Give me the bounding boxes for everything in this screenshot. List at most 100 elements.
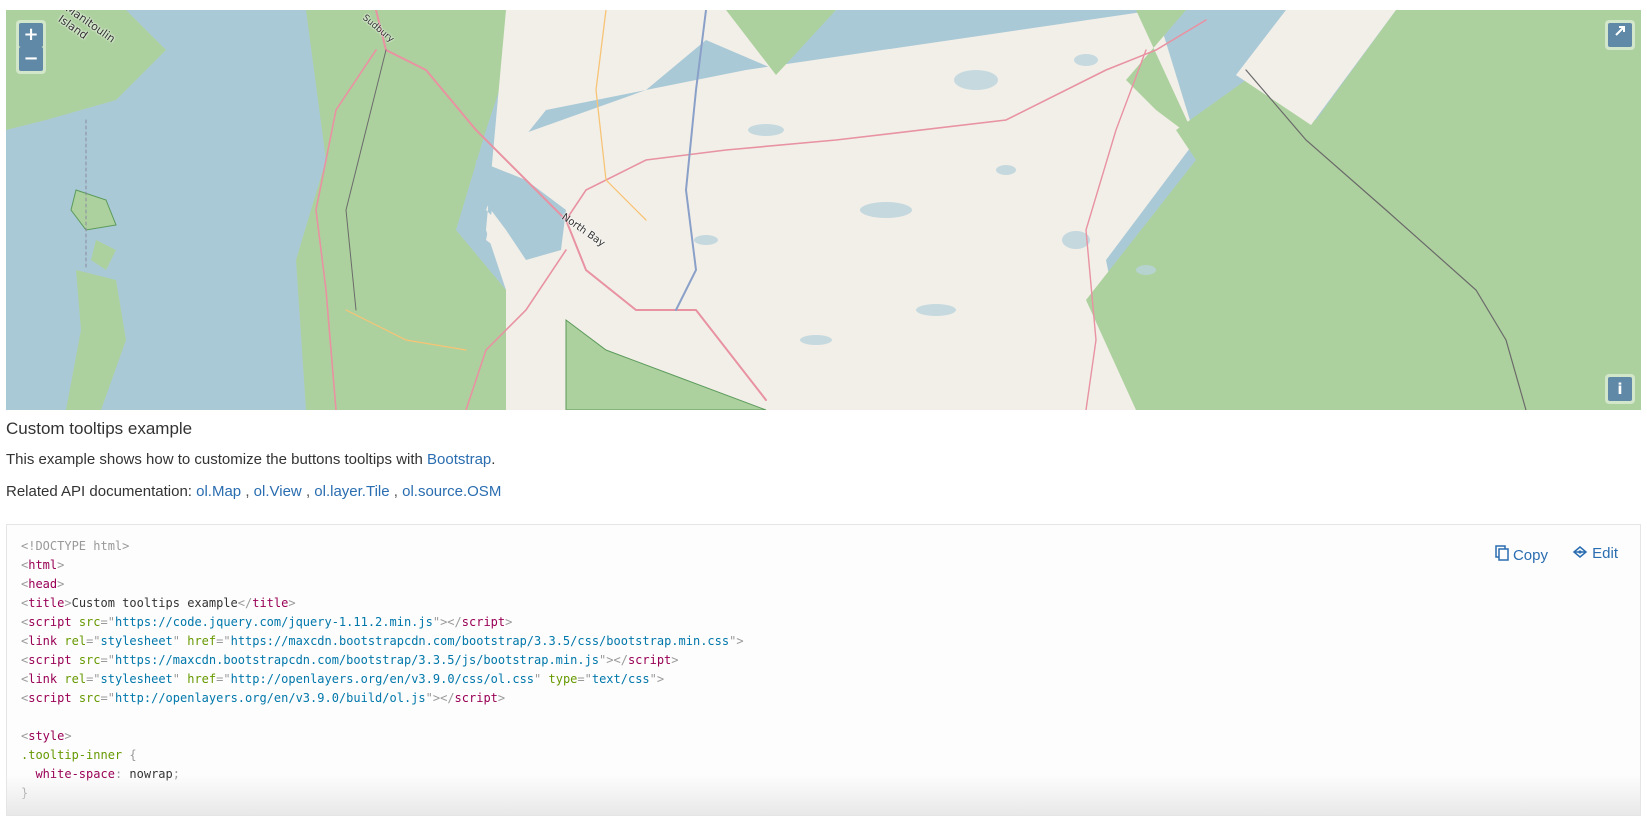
source-code-panel: <!DOCTYPE html> <html> <head> <title>Custom… <box>6 524 1641 816</box>
code-token-tag: script <box>627 653 672 667</box>
zoom-in-button[interactable]: + <box>19 23 43 47</box>
code-token-attr: src <box>78 653 101 667</box>
api-separator: , <box>393 483 398 500</box>
code-token-val: stylesheet <box>100 672 173 686</box>
code-token-punc: > <box>497 691 506 705</box>
edit-label: Edit <box>1592 545 1618 562</box>
code-token-punc: > <box>505 615 513 629</box>
code-line: .tooltip-inner { <box>21 746 744 765</box>
code-token-punc: =" <box>100 653 115 667</box>
attribution-control: i <box>1605 374 1635 404</box>
copy-label: Copy <box>1512 546 1548 564</box>
related-label: Related API documentation: <box>6 483 197 500</box>
code-token-attr: rel <box>64 672 87 686</box>
codepen-icon <box>1572 545 1588 562</box>
code-line: <title>Custom tooltips example</title> <box>21 594 744 613</box>
code-line: <link rel="stylesheet" href="https://max… <box>21 632 744 651</box>
code-token-punc: > <box>288 596 296 610</box>
api-separator: , <box>305 483 311 500</box>
code-token-punc: > <box>671 653 679 667</box>
code-token-val: text/css <box>591 672 650 686</box>
code-line: <style> <box>21 727 744 746</box>
code-line: <html> <box>21 556 744 575</box>
rotate-button[interactable] <box>1608 23 1632 47</box>
example-description: This example shows how to customize the … <box>6 451 495 468</box>
code-token-punc: =" <box>100 615 115 629</box>
code-token-punc: > <box>57 558 65 572</box>
edit-button[interactable]: Edit <box>1572 545 1618 562</box>
code-token-attr: src <box>78 691 101 705</box>
code-token-punc: > <box>57 577 65 591</box>
code-token-val: https://code.jquery.com/jquery-1.11.2.mi… <box>114 615 433 629</box>
bootstrap-link[interactable]: Bootstrap <box>427 451 491 468</box>
code-token-sel: .tooltip-inner <box>21 748 123 762</box>
code-token-punc: "></ <box>432 615 462 629</box>
map-tiles[interactable] <box>6 10 1641 410</box>
zoom-out-button[interactable]: − <box>19 47 43 71</box>
code-token-val: http://openlayers.org/en/v3.9.0/build/ol… <box>114 691 426 705</box>
map-viewport[interactable]: Manitoulin Island North Bay Sudbury + − … <box>6 10 1641 410</box>
clipboard-icon <box>1495 545 1509 565</box>
attribution-button[interactable]: i <box>1608 377 1632 401</box>
code-token-attr: href <box>187 634 217 648</box>
code-token-tag: script <box>454 691 498 705</box>
code-line: <script src="http://openlayers.org/en/v3… <box>21 689 744 708</box>
code-token-tag: title <box>28 596 65 610</box>
code-token-val: stylesheet <box>100 634 173 648</box>
code-token-tag: head <box>28 577 58 591</box>
code-token-tag: title <box>252 596 289 610</box>
code-token-tag: html <box>28 558 58 572</box>
code-line: <!DOCTYPE html> <box>21 537 744 556</box>
code-token-punc: =" <box>86 672 101 686</box>
code-token-punc: =" <box>577 672 592 686</box>
description-text: This example shows how to customize the … <box>6 451 428 468</box>
api-link-ol-view[interactable]: ol.View <box>254 483 302 500</box>
code-token-punc: { <box>129 748 137 762</box>
code-token-punc: > <box>64 729 72 743</box>
rotate-arrow-icon <box>1613 26 1627 42</box>
code-token-punc: </ <box>237 596 253 610</box>
api-link-ol-layer-tile[interactable]: ol.layer.Tile <box>314 483 389 500</box>
related-api-docs: Related API documentation: ol.Map , ol.V… <box>6 483 501 500</box>
copy-button[interactable]: Copy <box>1495 545 1548 565</box>
code-token-punc: =" <box>100 691 115 705</box>
code-token-punc: "> <box>649 672 665 686</box>
code-token-attr: rel <box>64 634 87 648</box>
code-token-attr: href <box>187 672 217 686</box>
code-token-tag: script <box>461 615 506 629</box>
description-suffix: . <box>491 451 496 468</box>
code-token-tag: script <box>28 691 72 705</box>
code-token-punc: > <box>64 596 72 610</box>
code-token-val: https://maxcdn.bootstrapcdn.com/bootstra… <box>230 634 730 648</box>
code-token-punc: "></ <box>599 653 628 667</box>
code-token-tag: link <box>28 634 58 648</box>
code-token-punc: " <box>172 672 180 686</box>
code-token-tag: link <box>28 672 58 686</box>
code-token-punc: =" <box>86 634 101 648</box>
source-code: <!DOCTYPE html> <html> <head> <title>Custom… <box>21 537 744 803</box>
rotate-control <box>1605 20 1635 50</box>
code-token-val: https://maxcdn.bootstrapcdn.com/bootstra… <box>114 653 600 667</box>
api-link-ol-map[interactable]: ol.Map <box>196 483 241 500</box>
code-line: <script src="https://maxcdn.bootstrapcdn… <box>21 651 744 670</box>
code-token-punc: =" <box>216 672 231 686</box>
code-token-punc: =" <box>216 634 231 648</box>
code-token-tag: style <box>28 729 65 743</box>
code-line: <script src="https://code.jquery.com/jqu… <box>21 613 744 632</box>
api-link-ol-source-osm[interactable]: ol.source.OSM <box>402 483 501 500</box>
code-token-attr: type <box>548 672 578 686</box>
code-line: <link rel="stylesheet" href="http://open… <box>21 670 744 689</box>
code-token-punc: "> <box>729 634 744 648</box>
code-token-punc: "></ <box>425 691 455 705</box>
code-token-punc: <!DOCTYPE html> <box>21 539 130 553</box>
code-line: <head> <box>21 575 744 594</box>
code-token-plain: Custom tooltips example <box>71 596 238 610</box>
zoom-control: + − <box>16 20 46 74</box>
page-title: Custom tooltips example <box>6 419 193 438</box>
code-token-tag: script <box>28 615 72 629</box>
code-token-tag: script <box>28 653 72 667</box>
